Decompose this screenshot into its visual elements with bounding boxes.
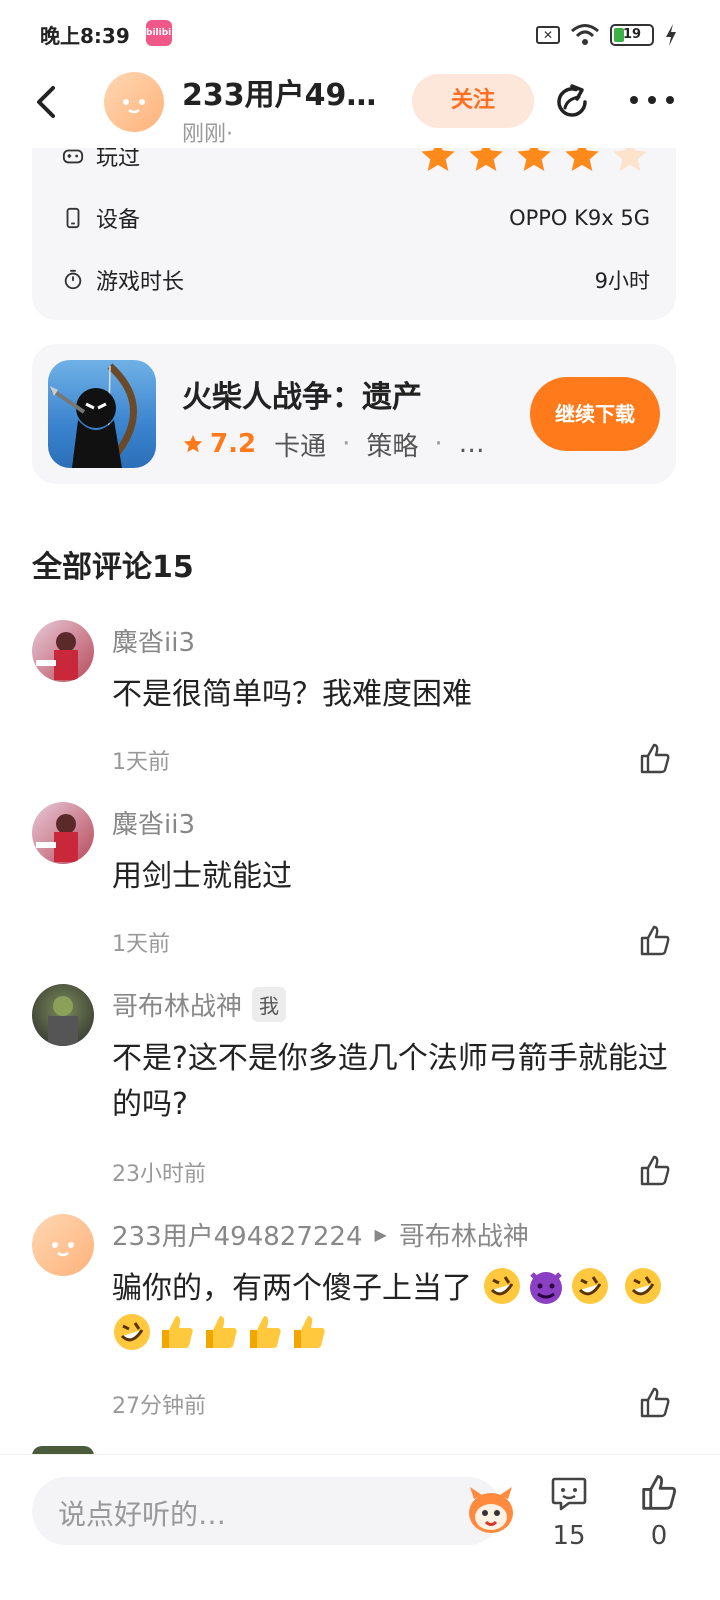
post-time: 刚刚· (182, 122, 233, 147)
continue-download-button[interactable]: 继续下载 (530, 377, 660, 451)
commenter-name[interactable]: 麋沓ii3 (112, 804, 195, 841)
comment-input[interactable]: 说点好听的… (32, 1477, 513, 1545)
tag-separator: · (342, 429, 351, 459)
rofl-emoji-icon (625, 1268, 662, 1304)
comment-item: 麋沓ii3 用剑士就能过 1天前 (0, 802, 720, 972)
commenter-avatar[interactable] (32, 802, 94, 864)
comment-time: 23小时前 (112, 1162, 206, 1187)
commenter-name-text[interactable]: 哥布林战神 (112, 986, 242, 1023)
back-arrow-icon[interactable] (28, 82, 68, 122)
game-card[interactable]: 火柴人战争：遗产 7.2 卡通 · 策略 · … 继续下载 (32, 344, 676, 484)
rofl-emoji-icon (571, 1268, 608, 1304)
thumbs-up-icon[interactable] (638, 742, 672, 776)
avatar-art-icon (48, 996, 78, 1046)
battery-level: 19 (622, 27, 642, 42)
commenter-avatar[interactable] (32, 984, 94, 1046)
avatar-art-icon (36, 632, 78, 680)
device-label: 设备 (96, 208, 141, 233)
comment-item: 麋沓ii3 不是很简单吗？我难度困难 1天前 (0, 620, 720, 790)
thumbs-up-emoji-icon (206, 1316, 237, 1348)
game-app-icon[interactable] (48, 360, 156, 468)
comment-text: 不是很简单吗？我难度困难 (112, 677, 472, 712)
thumbs-up-emoji-icon (162, 1316, 193, 1348)
like-count: 0 (650, 1521, 668, 1551)
comments-title: 全部评论15 (32, 550, 194, 585)
thumbs-up-emoji-icon (250, 1316, 281, 1348)
status-icons: ✕ 19 (536, 22, 678, 48)
reply-to-name[interactable]: 哥布林战神 (399, 1216, 529, 1253)
device-value: OPPO K9x 5G (509, 206, 650, 230)
tag-separator: · (434, 429, 443, 459)
game-tag: 卡通 (274, 431, 327, 462)
rating-star-icon (183, 434, 203, 453)
top-header: 233用户49… 刚刚· 关注 (0, 68, 720, 148)
game-tag: 策略 (366, 431, 419, 462)
avatar-art-icon (36, 814, 78, 862)
game-title[interactable]: 火柴人战争：遗产 (182, 372, 422, 416)
commenter-name[interactable]: 233用户494827224 ▶ 哥布林战神 (112, 1216, 529, 1253)
comment-text: 用剑士就能过 (112, 859, 292, 894)
comment-item: 哥布林战神 我 不是?这不是你多造几个法师弓箭手就能过的吗? 23小时前 (0, 984, 720, 1204)
rofl-emoji-icon (483, 1268, 520, 1304)
comment-count: 15 (552, 1521, 586, 1551)
comment-icon[interactable] (549, 1473, 589, 1513)
duration-row: 游戏时长 9小时 (62, 260, 650, 300)
bilibili-app-icon: bilibili (146, 20, 177, 46)
comment-item: 233用户494827224 ▶ 哥布林战神 骗你的，有两个傻子上当了 27分钟… (0, 1214, 720, 1434)
device-row: 设备 OPPO K9x 5G (62, 198, 650, 238)
bottom-bar: 说点好听的… 15 0 (0, 1454, 720, 1600)
avatar-face-icon (52, 1242, 74, 1257)
comment-time: 1天前 (112, 750, 170, 775)
thumbs-up-icon[interactable] (638, 924, 672, 958)
charging-icon (666, 24, 676, 46)
follow-button[interactable]: 关注 (412, 74, 534, 128)
battery-icon: 19 (610, 24, 654, 46)
mascot-icon[interactable] (464, 1485, 518, 1537)
commenter-name-text[interactable]: 麋沓ii3 (112, 804, 195, 841)
duration-label: 游戏时长 (96, 270, 185, 295)
share-icon[interactable] (552, 82, 592, 122)
wifi-icon (571, 24, 599, 45)
gamepad-icon (62, 149, 84, 164)
avatar-face-icon (123, 99, 145, 114)
game-tag-more: … (458, 429, 485, 459)
devil-emoji-icon (529, 1272, 562, 1304)
timer-icon (64, 269, 82, 290)
rofl-emoji-icon (114, 1314, 150, 1350)
comment-time: 27分钟前 (112, 1394, 206, 1419)
no-sim-icon: ✕ (536, 26, 560, 44)
comment-text: 不是?这不是你多造几个法师弓箭手就能过的吗? (112, 1041, 668, 1122)
reply-arrow-icon: ▶ (374, 1225, 387, 1244)
game-rating: 7.2 (210, 429, 257, 459)
thumbs-up-icon[interactable] (638, 1386, 672, 1420)
like-icon[interactable] (639, 1473, 679, 1513)
comment-time: 1天前 (112, 932, 170, 957)
me-badge: 我 (252, 987, 287, 1022)
author-name[interactable]: 233用户49… (182, 70, 376, 114)
comment-text-body: 骗你的，有两个傻子上当了 (112, 1271, 472, 1306)
thumbs-up-emoji-icon (294, 1316, 325, 1348)
phone-icon (66, 207, 80, 229)
status-bar: 晚上8:39 bilibili ✕ 19 (0, 0, 720, 68)
commenter-name-text[interactable]: 麋沓ii3 (112, 622, 195, 659)
stickman-archer-icon (50, 363, 137, 468)
commenter-avatar[interactable] (32, 1214, 94, 1276)
author-avatar[interactable] (104, 72, 164, 132)
commenter-name[interactable]: 哥布林战神 我 (112, 986, 287, 1023)
commenter-name-text[interactable]: 233用户494827224 (112, 1216, 363, 1253)
comment-text: 骗你的，有两个傻子上当了 (112, 1266, 682, 1358)
comment-input-placeholder: 说点好听的… (58, 1498, 227, 1531)
duration-value: 9小时 (594, 269, 650, 293)
more-options-icon[interactable] (630, 90, 674, 110)
review-info-card: 玩过 设备 OPPO K9x 5G 游戏时长 9小时 (32, 120, 676, 320)
game-meta: 7.2 卡通 · 策略 · … (182, 426, 485, 462)
commenter-name[interactable]: 麋沓ii3 (112, 622, 195, 659)
commenter-avatar[interactable] (32, 620, 94, 682)
status-time: 晚上8:39 (40, 24, 130, 48)
thumbs-up-icon[interactable] (638, 1154, 672, 1188)
